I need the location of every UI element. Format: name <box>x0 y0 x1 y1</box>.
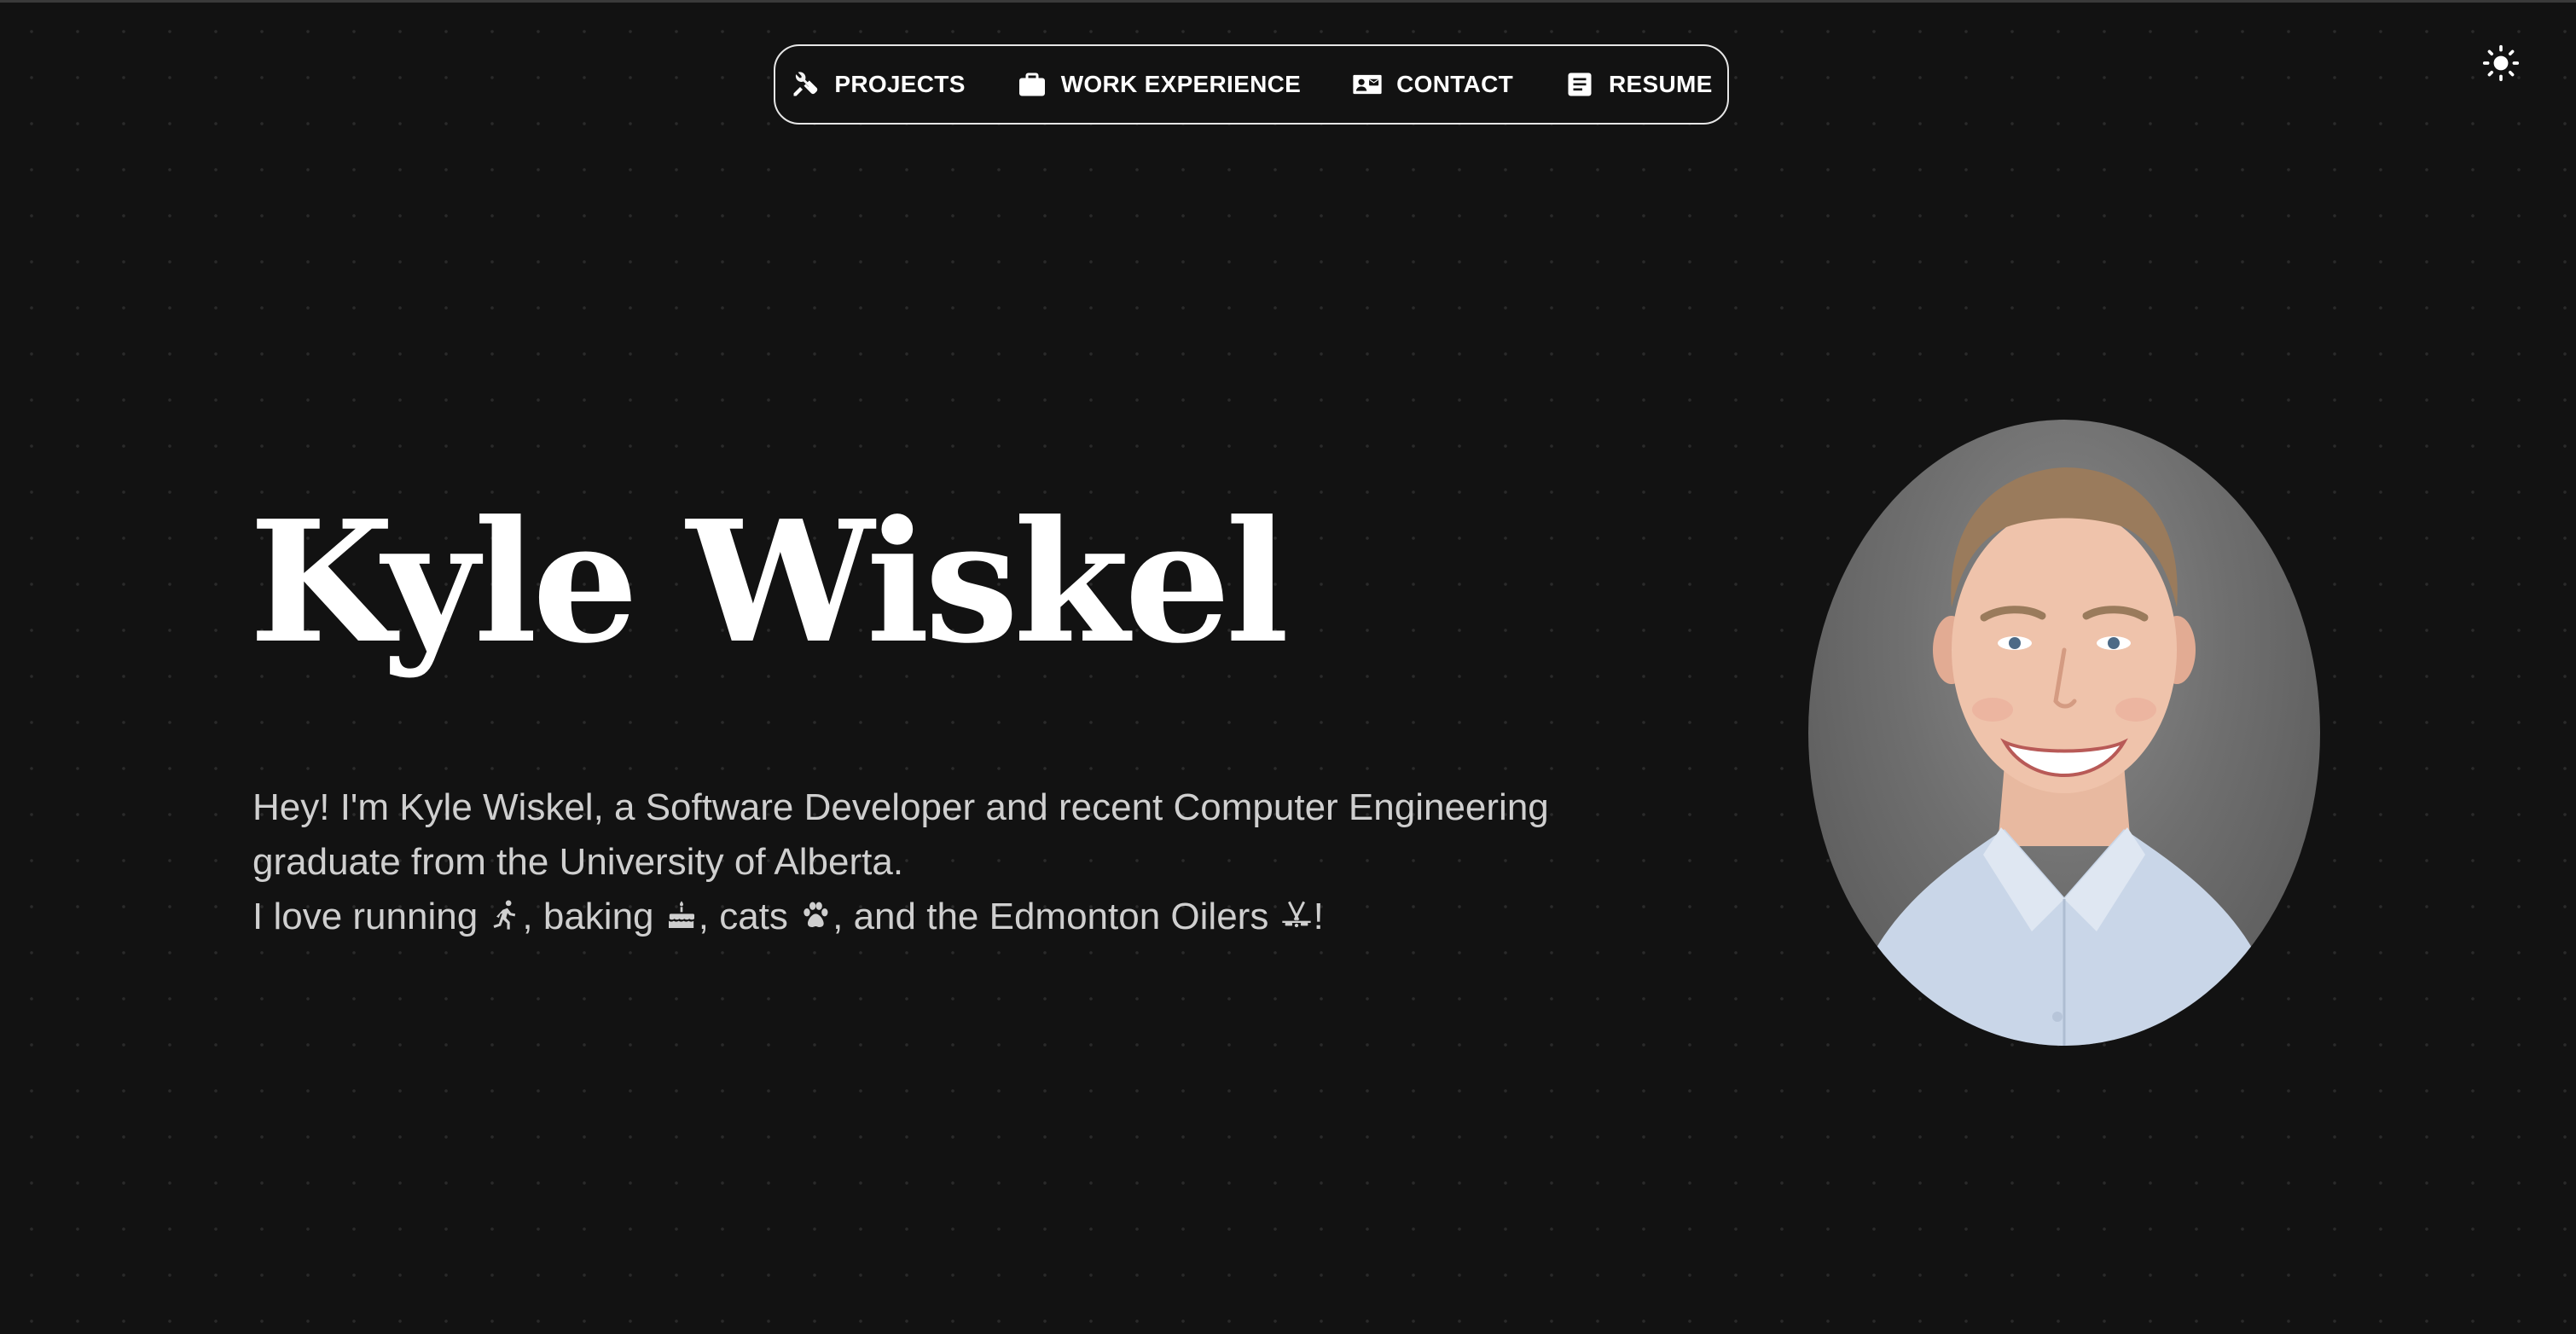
main-navigation: PROJECTS WORK EXPERIENCE CONTACT RESUME <box>774 44 1729 125</box>
hockey-icon <box>1281 901 1311 928</box>
intro-line-2: graduate from the University of Alberta. <box>252 841 904 883</box>
nav-projects-label: PROJECTS <box>834 71 966 97</box>
nav-work-experience-link[interactable]: WORK EXPERIENCE <box>1017 69 1301 100</box>
nav-contact-label: CONTACT <box>1396 71 1514 97</box>
running-icon <box>493 900 516 930</box>
nav-work-experience-label: WORK EXPERIENCE <box>1060 71 1302 97</box>
nav-resume-label: RESUME <box>1609 71 1713 97</box>
sun-icon <box>2482 44 2520 82</box>
briefcase-icon <box>1017 69 1047 100</box>
intro-running-text: I love running <box>252 896 479 937</box>
nav-contact-link[interactable]: CONTACT <box>1352 69 1513 100</box>
hero-intro-text: Hey! I'm Kyle Wiskel, a Software Develop… <box>252 780 1703 944</box>
intro-line-1: Hey! I'm Kyle Wiskel, a Software Develop… <box>252 786 1549 828</box>
tools-icon <box>790 69 821 100</box>
profile-photo <box>1808 420 2320 1046</box>
paw-icon <box>804 902 828 927</box>
intro-oilers-text: , and the Edmonton Oilers <box>833 896 1269 937</box>
nav-projects-link[interactable]: PROJECTS <box>790 69 965 100</box>
hero-name-heading: Kyle Wiskel <box>249 484 1289 681</box>
nav-resume-link[interactable]: RESUME <box>1564 69 1713 100</box>
intro-cats-text: , cats <box>698 896 788 937</box>
intro-baking-text: , baking <box>522 896 654 937</box>
intro-line-3: I love running , baking , cats , and the… <box>252 890 1703 944</box>
cake-icon <box>668 901 694 928</box>
document-icon <box>1564 69 1595 100</box>
contact-card-icon <box>1352 69 1383 100</box>
top-border <box>0 0 2576 3</box>
theme-toggle-button[interactable] <box>2482 44 2520 82</box>
intro-exclamation-text: ! <box>1313 896 1324 937</box>
